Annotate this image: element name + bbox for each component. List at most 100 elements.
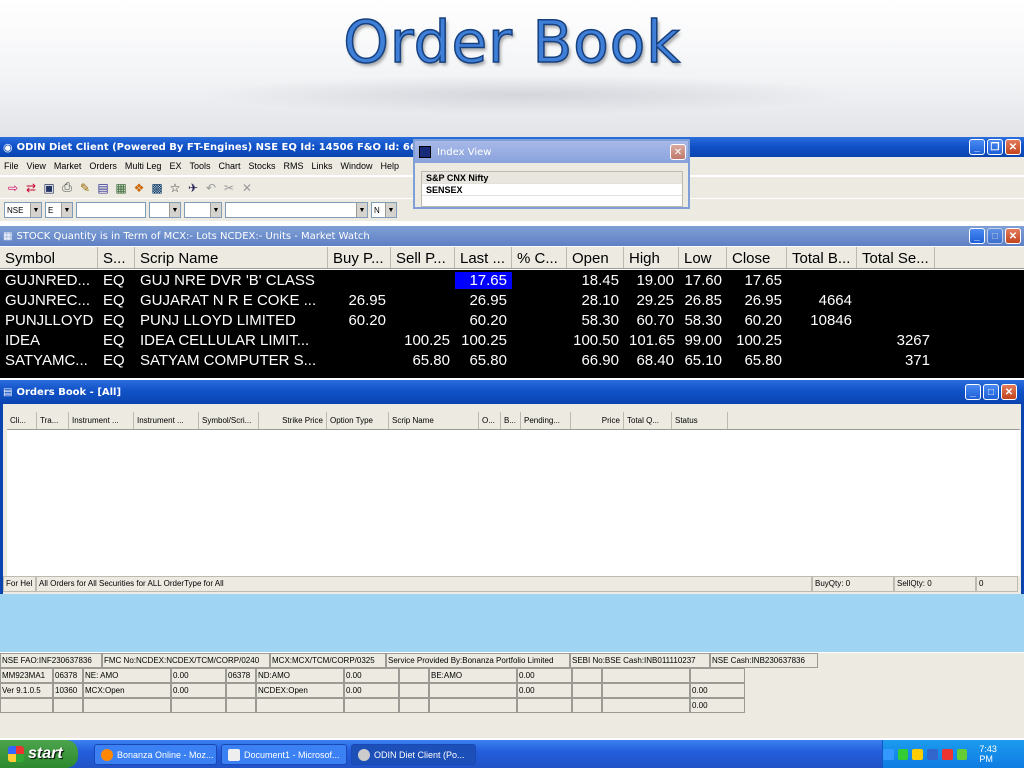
column-header[interactable]: Instrument ... — [69, 412, 134, 429]
decorative-swoosh — [200, 75, 850, 115]
table-row[interactable]: PUNJLLOYD EQ PUNJ LLOYD LIMITED 60.20 60… — [0, 310, 1024, 330]
menu-multi-leg[interactable]: Multi Leg — [121, 161, 166, 171]
market-watch-icon: ▦ — [3, 230, 13, 242]
book-icon[interactable]: ▤ — [96, 181, 110, 195]
sell-icon[interactable]: ⇄ — [24, 181, 38, 195]
menu-links[interactable]: Links — [308, 161, 337, 171]
table-cell: 26.95 — [348, 291, 386, 309]
undo-icon[interactable]: ↶ — [204, 181, 218, 195]
taskbar-item-odin[interactable]: ODIN Diet Client (Po... — [351, 744, 476, 765]
scrip-select[interactable]: ▼ — [225, 202, 368, 218]
column-header[interactable]: Pending... — [521, 412, 571, 429]
menu-market[interactable]: Market — [50, 161, 86, 171]
chart-icon[interactable]: ▩ — [150, 181, 164, 195]
column-header[interactable]: Instrument ... — [134, 412, 199, 429]
menu-view[interactable]: View — [23, 161, 50, 171]
table-row[interactable]: SATYAMC... EQ SATYAM COMPUTER S... 65.80… — [0, 350, 1024, 370]
start-button[interactable]: start — [0, 740, 78, 768]
market-watch-grid[interactable]: GUJNRED... EQ GUJ NRE DVR 'B' CLASS 17.6… — [0, 270, 1024, 378]
report-icon[interactable]: ▦ — [114, 181, 128, 195]
orders-book-grid[interactable] — [7, 430, 1020, 576]
menu-rms[interactable]: RMS — [280, 161, 308, 171]
column-header[interactable]: Buy P... — [328, 247, 391, 268]
column-header[interactable]: Cli... — [7, 412, 37, 429]
minimize-icon[interactable]: _ — [969, 228, 985, 244]
restore-icon[interactable]: ❐ — [987, 139, 1003, 155]
menu-tools[interactable]: Tools — [185, 161, 214, 171]
buy-icon[interactable]: ⇨ — [6, 181, 20, 195]
symbol-select[interactable]: ▼ — [149, 202, 181, 218]
instrument-field[interactable] — [76, 202, 146, 218]
column-header[interactable]: Total Se... — [857, 247, 935, 268]
close-icon[interactable]: ✕ — [1005, 139, 1021, 155]
column-header[interactable]: Sell P... — [391, 247, 455, 268]
column-header[interactable]: Close — [727, 247, 787, 268]
minimize-icon[interactable]: _ — [969, 139, 985, 155]
list-item[interactable]: SENSEX — [422, 184, 682, 196]
market-icon[interactable]: ❖ — [132, 181, 146, 195]
menu-stocks[interactable]: Stocks — [244, 161, 279, 171]
taskbar-item-word[interactable]: Document1 - Microsof... — [221, 744, 347, 765]
update-icon[interactable] — [912, 748, 924, 760]
column-header[interactable]: Open — [567, 247, 624, 268]
column-header[interactable]: Low — [679, 247, 727, 268]
volume-icon[interactable] — [956, 748, 968, 760]
menu-chart[interactable]: Chart — [214, 161, 244, 171]
table-row[interactable]: GUJNRED... EQ GUJ NRE DVR 'B' CLASS 17.6… — [0, 270, 1024, 290]
column-header[interactable]: Option Type — [327, 412, 389, 429]
exchange-select[interactable]: NSE ▼ — [4, 202, 42, 218]
menu-file[interactable]: File — [0, 161, 23, 171]
column-header[interactable]: Scrip Name — [135, 247, 328, 268]
maximize-icon[interactable]: □ — [987, 228, 1003, 244]
column-header[interactable]: Strike Price — [259, 412, 327, 429]
cars-icon[interactable]: ✈ — [186, 181, 200, 195]
table-row[interactable]: GUJNREC... EQ GUJARAT N R E COKE ... 26.… — [0, 290, 1024, 310]
market-watch-header: Symbol S... Scrip Name Buy P... Sell P..… — [0, 247, 1024, 269]
column-header[interactable]: Symbol/Scri... — [199, 412, 259, 429]
series-select[interactable]: ▼ — [184, 202, 222, 218]
clock[interactable]: 7:43 PM — [979, 744, 1012, 764]
close-icon[interactable]: ✕ — [1005, 228, 1021, 244]
column-header[interactable]: Scrip Name — [389, 412, 479, 429]
messenger-icon[interactable] — [927, 748, 938, 760]
menu-ex[interactable]: EX — [165, 161, 185, 171]
market-watch-title-bar[interactable]: ▦ STOCK Quantity is in Term of MCX:- Lot… — [0, 226, 1024, 246]
save-icon[interactable]: ▣ — [42, 181, 56, 195]
column-header[interactable]: S... — [98, 247, 135, 268]
column-header[interactable]: Last ... — [455, 247, 512, 268]
cancel-icon[interactable]: ✕ — [240, 181, 254, 195]
security-icon[interactable] — [897, 748, 909, 760]
column-header[interactable]: Price — [571, 412, 624, 429]
orders-book-title-bar[interactable]: ▤ Orders Book - [All] — [0, 380, 1024, 404]
cut-icon[interactable]: ✂ — [222, 181, 236, 195]
column-header[interactable]: High — [624, 247, 679, 268]
antivirus-icon[interactable] — [941, 748, 953, 760]
close-icon[interactable]: ✕ — [670, 144, 686, 160]
menu-help[interactable]: Help — [377, 161, 404, 171]
menu-orders[interactable]: Orders — [85, 161, 121, 171]
column-header[interactable]: % C... — [512, 247, 567, 268]
column-header[interactable]: B... — [501, 412, 521, 429]
column-header[interactable]: Tra... — [37, 412, 69, 429]
odin-icon — [358, 748, 370, 761]
option-select[interactable]: N ▼ — [371, 202, 397, 218]
column-header[interactable]: O... — [479, 412, 501, 429]
column-header[interactable]: Symbol — [0, 247, 98, 268]
segment-select[interactable]: E ▼ — [45, 202, 73, 218]
maximize-icon[interactable]: □ — [983, 384, 999, 400]
close-icon[interactable]: ✕ — [1001, 384, 1017, 400]
print-icon[interactable]: ⎙ — [60, 180, 74, 195]
menu-window[interactable]: Window — [337, 161, 377, 171]
minimize-icon[interactable]: _ — [965, 384, 981, 400]
edit-icon[interactable]: ✎ — [78, 181, 92, 195]
binoculars-icon[interactable]: ☆ — [168, 181, 182, 195]
index-view-title-bar[interactable]: Index View ✕ — [415, 141, 688, 163]
list-item[interactable]: S&P CNX Nifty — [422, 172, 682, 184]
taskbar-item-firefox[interactable]: Bonanza Online - Moz... — [94, 744, 217, 765]
network-icon[interactable] — [883, 748, 894, 760]
table-cell: 26.95 — [469, 291, 507, 309]
column-header[interactable]: Total Q... — [624, 412, 672, 429]
column-header[interactable]: Status — [672, 412, 728, 429]
column-header[interactable]: Total B... — [787, 247, 857, 268]
table-row[interactable]: IDEA EQ IDEA CELLULAR LIMIT... 100.25 10… — [0, 330, 1024, 350]
